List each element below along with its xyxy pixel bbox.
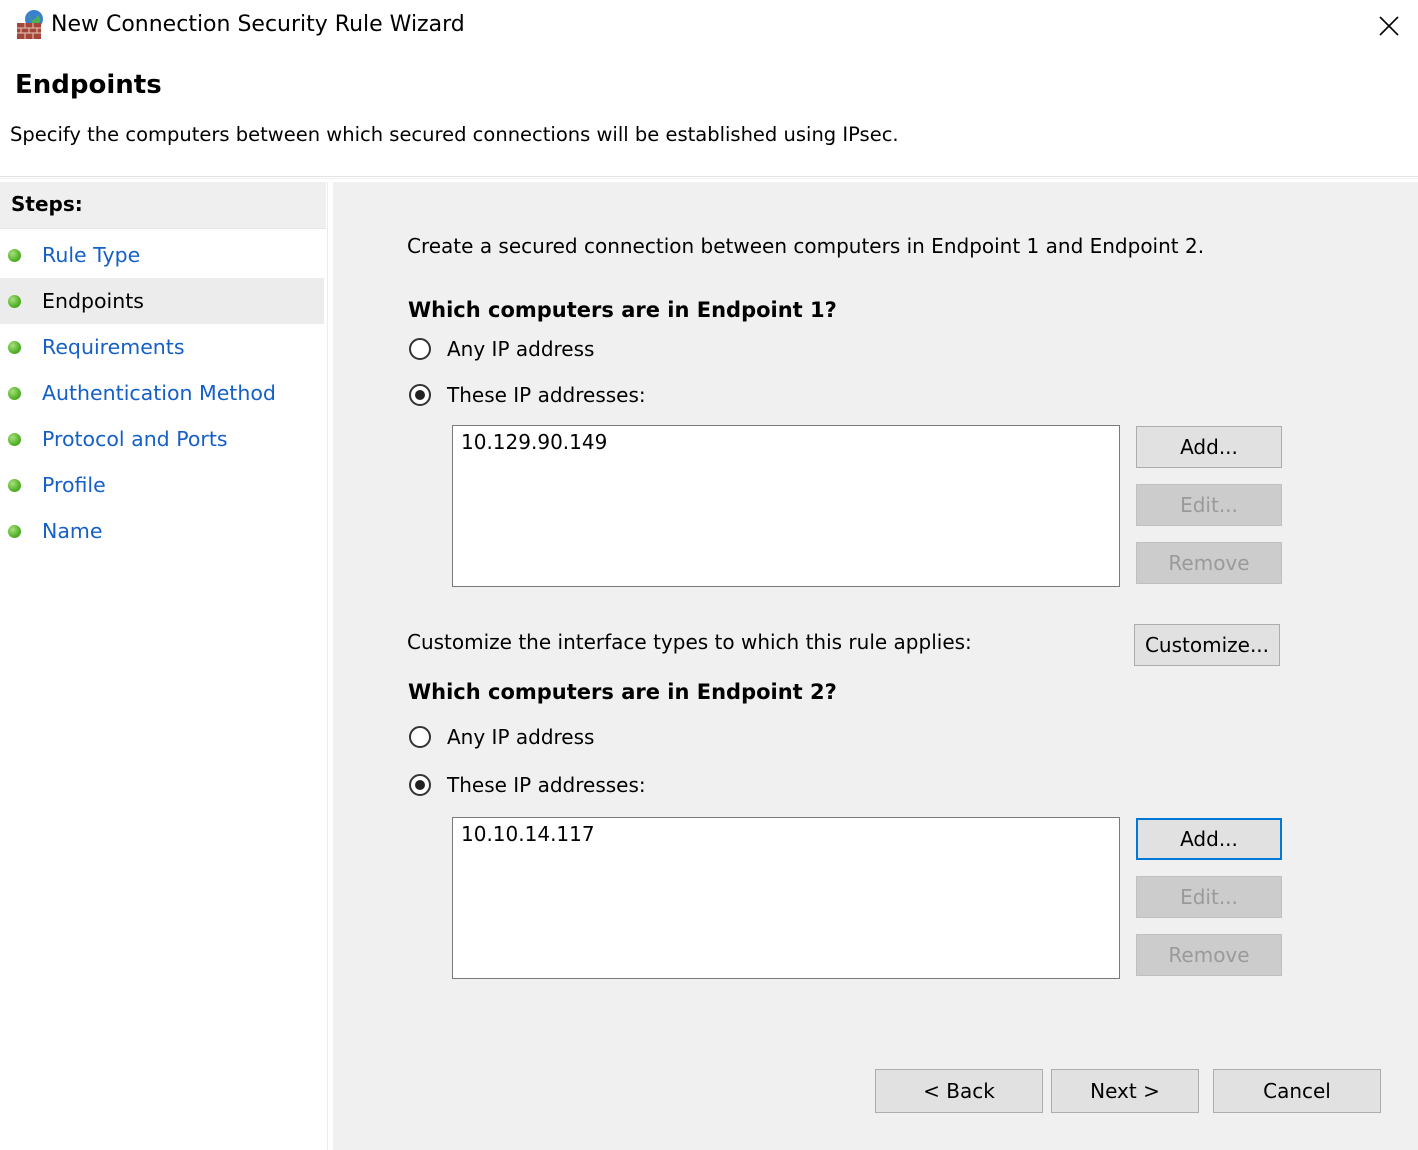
intro-text: Create a secured connection between comp…	[407, 234, 1205, 258]
customize-text: Customize the interface types to which t…	[407, 630, 972, 654]
endpoint2-these-ip-radio[interactable]: These IP addresses:	[409, 773, 669, 803]
radio-circle	[409, 726, 431, 748]
endpoint1-remove-button[interactable]: Remove	[1136, 542, 1282, 584]
radio-label: These IP addresses:	[447, 773, 646, 797]
step-endpoints[interactable]: Endpoints	[0, 278, 324, 324]
step-status-icon	[8, 479, 21, 492]
endpoint2-remove-button[interactable]: Remove	[1136, 934, 1282, 976]
step-status-icon	[8, 387, 21, 400]
title-bar: New Connection Security Rule Wizard	[0, 0, 1418, 52]
header-divider	[0, 176, 1418, 177]
step-label: Rule Type	[42, 243, 141, 267]
step-profile[interactable]: Profile	[0, 462, 324, 508]
endpoint1-heading: Which computers are in Endpoint 1?	[408, 298, 837, 322]
close-icon	[1379, 16, 1399, 36]
step-label: Endpoints	[42, 289, 144, 313]
step-status-icon	[8, 525, 21, 538]
steps-header-label: Steps:	[11, 192, 83, 216]
next-button[interactable]: Next >	[1051, 1069, 1199, 1113]
page-description: Specify the computers between which secu…	[10, 123, 899, 146]
step-label: Authentication Method	[42, 381, 276, 405]
radio-label: Any IP address	[447, 725, 595, 749]
endpoint2-edit-button[interactable]: Edit...	[1136, 876, 1282, 918]
endpoint2-add-button[interactable]: Add...	[1136, 818, 1282, 860]
wizard-window: New Connection Security Rule Wizard Endp…	[0, 0, 1418, 1150]
radio-circle-checked	[409, 774, 431, 796]
radio-label: These IP addresses:	[447, 383, 646, 407]
step-label: Profile	[42, 473, 106, 497]
radio-circle-checked	[409, 384, 431, 406]
step-name[interactable]: Name	[0, 508, 324, 554]
endpoint2-any-ip-radio[interactable]: Any IP address	[409, 725, 629, 755]
back-button[interactable]: < Back	[875, 1069, 1043, 1113]
radio-label: Any IP address	[447, 337, 595, 361]
cancel-button[interactable]: Cancel	[1213, 1069, 1381, 1113]
step-status-icon	[8, 295, 21, 308]
window-title: New Connection Security Rule Wizard	[51, 12, 465, 37]
sidebar-divider	[327, 182, 328, 1150]
step-label: Name	[42, 519, 103, 543]
step-status-icon	[8, 341, 21, 354]
radio-circle	[409, 338, 431, 360]
endpoint1-ip-list[interactable]: 10.129.90.149	[452, 425, 1120, 587]
endpoint1-add-button[interactable]: Add...	[1136, 426, 1282, 468]
endpoint1-these-ip-radio[interactable]: These IP addresses:	[409, 383, 669, 413]
endpoint1-edit-button[interactable]: Edit...	[1136, 484, 1282, 526]
step-status-icon	[8, 433, 21, 446]
ip-list-item[interactable]: 10.129.90.149	[461, 430, 607, 454]
steps-header: Steps:	[0, 182, 326, 229]
endpoint2-heading: Which computers are in Endpoint 2?	[408, 680, 837, 704]
close-button[interactable]	[1366, 4, 1412, 48]
ip-list-item[interactable]: 10.10.14.117	[461, 822, 595, 846]
customize-button[interactable]: Customize...	[1134, 624, 1280, 666]
page-title: Endpoints	[15, 70, 162, 100]
firewall-globe-icon	[17, 10, 43, 39]
step-rule-type[interactable]: Rule Type	[0, 232, 324, 278]
step-protocol-and-ports[interactable]: Protocol and Ports	[0, 416, 324, 462]
endpoint2-ip-list[interactable]: 10.10.14.117	[452, 817, 1120, 979]
steps-sidebar: Steps: Rule Type Endpoints Requirements …	[0, 182, 326, 1150]
step-label: Protocol and Ports	[42, 427, 228, 451]
step-status-icon	[8, 249, 21, 262]
endpoint1-any-ip-radio[interactable]: Any IP address	[409, 337, 629, 367]
main-panel: Create a secured connection between comp…	[333, 182, 1418, 1150]
step-label: Requirements	[42, 335, 185, 359]
header-divider-shadow	[0, 178, 1418, 179]
step-authentication-method[interactable]: Authentication Method	[0, 370, 324, 416]
step-requirements[interactable]: Requirements	[0, 324, 324, 370]
